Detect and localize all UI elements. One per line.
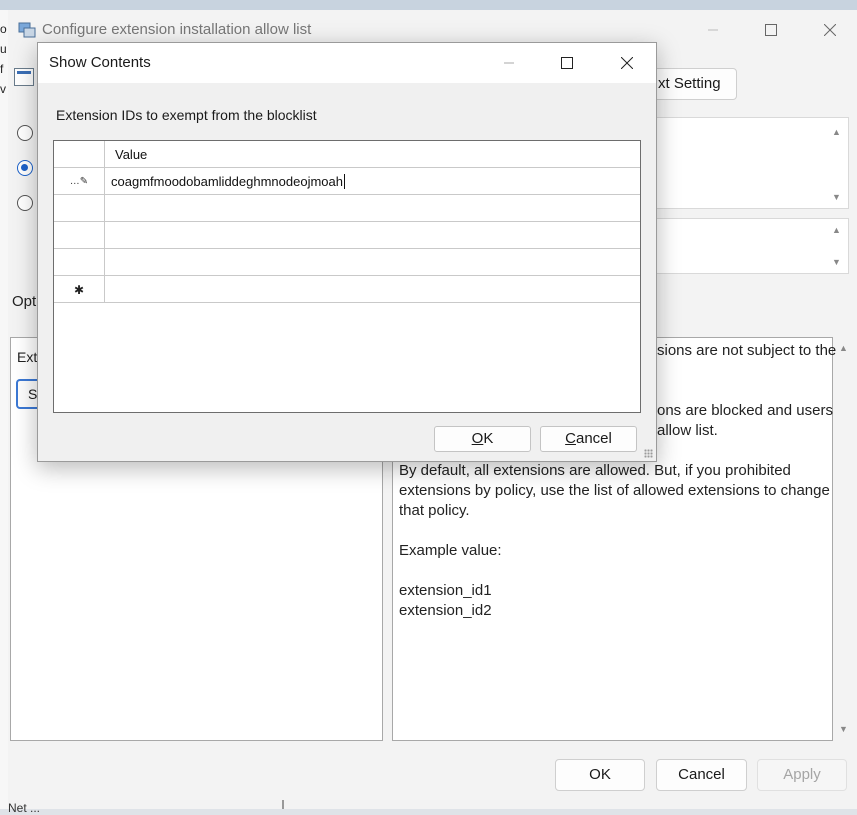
behind-window-edge: o u f v — [0, 10, 8, 809]
dialog-ok-button[interactable]: OK — [434, 426, 531, 452]
resize-grip-icon[interactable] — [644, 449, 653, 458]
minimize-icon — [504, 62, 514, 64]
grid-row[interactable] — [54, 195, 640, 222]
column-header-value[interactable]: Value — [115, 147, 147, 162]
edge-text: f — [0, 62, 4, 76]
apply-button[interactable]: Apply — [757, 759, 847, 791]
show-contents-dialog: Show Contents Extension IDs to exempt fr… — [37, 42, 657, 462]
policy-app-icon — [18, 22, 36, 38]
grid-header-row: Value — [54, 141, 640, 168]
cancel-button[interactable]: Cancel — [656, 759, 747, 791]
maximize-icon — [561, 57, 573, 69]
grid-row[interactable] — [54, 249, 640, 276]
text-caret — [343, 174, 345, 189]
value-cell[interactable]: coagmfmoodobamliddeghmnodeojmoah — [111, 174, 345, 189]
maximize-button[interactable] — [748, 14, 794, 46]
grid-row[interactable]: …✎ coagmfmoodobamliddeghmnodeojmoah — [54, 168, 640, 195]
policy-setting-icon — [14, 68, 34, 86]
grid-row-new[interactable]: ✱ — [54, 276, 640, 303]
row-header[interactable] — [54, 249, 105, 276]
maximize-icon — [765, 24, 777, 36]
radio-disabled[interactable] — [17, 195, 33, 211]
radio-not-configured[interactable] — [17, 125, 33, 141]
row-header[interactable] — [54, 222, 105, 249]
close-button[interactable] — [807, 14, 853, 46]
ok-button[interactable]: OK — [555, 759, 645, 791]
close-icon — [621, 57, 633, 69]
minimize-button[interactable] — [690, 14, 736, 46]
dialog-title: Show Contents — [49, 54, 151, 71]
window-title: Configure extension installation allow l… — [42, 21, 312, 38]
pencil-icon: …✎ — [69, 176, 89, 187]
scroll-down-icon[interactable]: ▼ — [839, 724, 848, 734]
status-text: Net ... — [8, 801, 41, 815]
dialog-cancel-button[interactable]: Cancel — [540, 426, 637, 452]
edge-text: u — [0, 42, 7, 56]
comment-textbox[interactable] — [655, 117, 849, 209]
help-text: that policy. — [399, 502, 470, 519]
dialog-close-button[interactable] — [604, 47, 650, 79]
desktop-top-strip — [0, 0, 857, 10]
dialog-maximize-button[interactable] — [544, 47, 590, 79]
values-grid: Value …✎ coagmfmoodobamliddeghmnodeojmoa… — [53, 140, 641, 413]
radio-enabled[interactable] — [17, 160, 33, 176]
edge-text: v — [0, 82, 6, 96]
dialog-minimize-button[interactable] — [486, 47, 532, 79]
help-text: extensions by policy, use the list of al… — [399, 482, 830, 499]
close-icon — [824, 24, 836, 36]
options-label: Opt — [12, 293, 37, 310]
help-text: extension_id2 — [399, 602, 492, 619]
status-divider — [282, 800, 284, 809]
scroll-down-icon[interactable]: ▼ — [832, 192, 841, 202]
edge-text: o — [0, 22, 7, 36]
help-text: ons are blocked and users — [657, 402, 833, 419]
cancel-mnemonic: C — [565, 430, 576, 447]
ok-mnemonic: O — [471, 430, 484, 447]
new-row-star-icon: ✱ — [73, 282, 85, 297]
help-text: allow list. — [657, 422, 718, 439]
row-header[interactable] — [54, 195, 105, 222]
options-extension-label: Ext — [17, 349, 38, 365]
scroll-up-icon[interactable]: ▲ — [832, 127, 841, 137]
row-header[interactable]: …✎ — [54, 168, 105, 195]
dialog-titlebar: Show Contents — [38, 43, 656, 83]
scroll-down-icon[interactable]: ▼ — [832, 257, 841, 267]
help-text: sions are not subject to the — [657, 342, 837, 359]
scroll-up-icon[interactable]: ▲ — [839, 343, 848, 353]
cancel-label-rest: ancel — [575, 430, 612, 447]
minimize-icon — [708, 29, 718, 31]
scroll-up-icon[interactable]: ▲ — [832, 225, 841, 235]
help-text: extension_id1 — [399, 582, 492, 599]
help-text: By default, all extensions are allowed. … — [399, 462, 791, 479]
row-header[interactable]: ✱ — [54, 276, 105, 303]
supported-on-box — [655, 218, 849, 274]
ok-label-rest: K — [483, 430, 494, 447]
grid-row[interactable] — [54, 222, 640, 249]
dialog-description: Extension IDs to exempt from the blockli… — [56, 107, 317, 123]
help-text: Example value: — [399, 542, 502, 559]
row-header-corner — [54, 141, 105, 168]
